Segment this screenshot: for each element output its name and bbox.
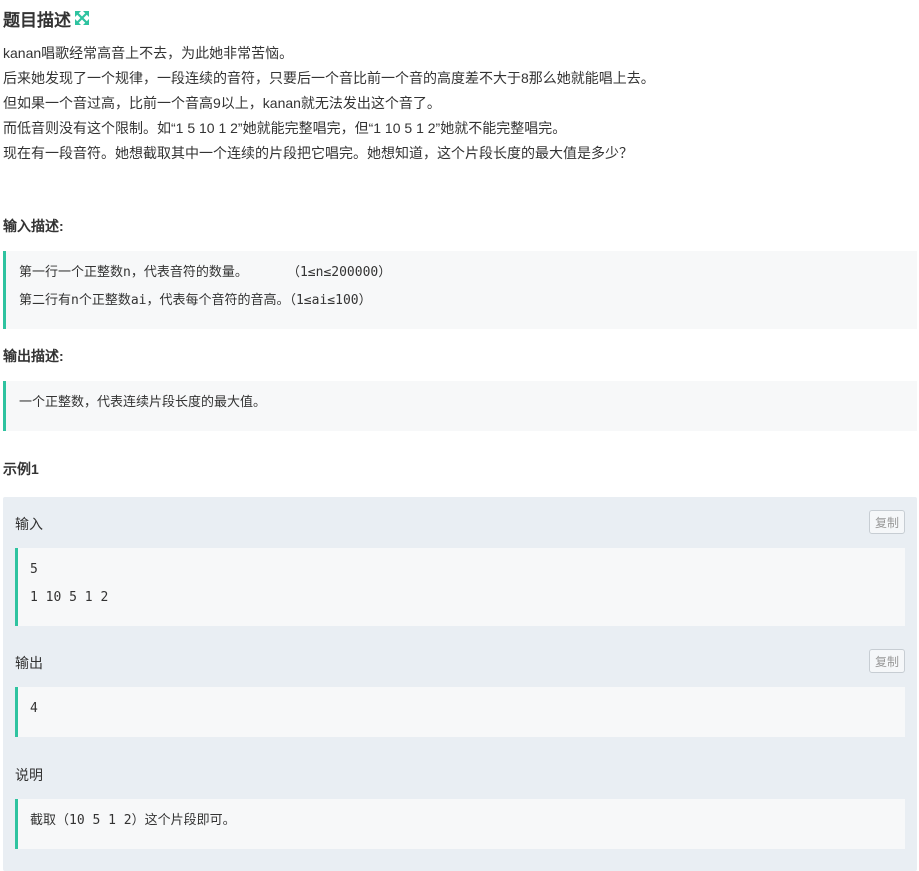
problem-title-row: 题目描述 <box>3 6 89 30</box>
output-desc-line: 一个正整数，代表连续片段长度的最大值。 <box>19 395 267 410</box>
page-title: 题目描述 <box>3 10 71 30</box>
example-explain-line: 截取（10 5 1 2）这个片段即可。 <box>30 813 236 828</box>
input-desc-label: 输入描述: <box>3 218 64 234</box>
output-desc-label: 输出描述: <box>3 348 64 364</box>
description-line: 但如果一个音过高，比前一个音高9以上，kanan就无法发出这个音了。 <box>3 95 441 111</box>
input-desc-line: 第二行有n个正整数ai，代表每个音符的音高。（1≤ai≤100） <box>19 293 372 308</box>
description-line: kanan唱歌经常高音上不去，为此她非常苦恼。 <box>3 45 294 61</box>
expand-arrows-icon[interactable] <box>75 11 89 25</box>
example-explain-box: 截取（10 5 1 2）这个片段即可。 <box>15 799 905 849</box>
description-line: 而低音则没有这个限制。如“1 5 10 1 2”她就能完整唱完，但“1 10 5… <box>3 120 567 136</box>
copy-output-button[interactable]: 复制 <box>869 649 905 673</box>
description-line: 现在有一段音符。她想截取其中一个连续的片段把它唱完。她想知道，这个片段长度的最大… <box>3 145 633 161</box>
example-input-label: 输入 <box>15 516 43 532</box>
example-block: 输入 复制 5 1 10 5 1 2 输出 复制 4 说明 截取（10 5 1 … <box>3 497 917 871</box>
problem-description: kanan唱歌经常高音上不去，为此她非常苦恼。 后来她发现了一个规律，一段连续的… <box>3 41 919 166</box>
example-title: 示例1 <box>3 461 39 477</box>
example-explain-label: 说明 <box>15 767 43 783</box>
description-line: 后来她发现了一个规律，一段连续的音符，只要后一个音比前一个音的高度差不大于8那么… <box>3 70 655 86</box>
example-input-line: 5 <box>30 562 38 577</box>
example-output-box: 4 <box>15 687 905 737</box>
example-output-label: 输出 <box>15 655 43 671</box>
example-output-line: 4 <box>30 701 38 716</box>
example-input-line: 1 10 5 1 2 <box>30 590 109 605</box>
input-desc-box: 第一行一个正整数n，代表音符的数量。 （1≤n≤200000） 第二行有n个正整… <box>3 251 917 329</box>
example-input-box: 5 1 10 5 1 2 <box>15 548 905 626</box>
copy-input-button[interactable]: 复制 <box>869 510 905 534</box>
output-desc-box: 一个正整数，代表连续片段长度的最大值。 <box>3 381 917 431</box>
input-desc-line: 第一行一个正整数n，代表音符的数量。 （1≤n≤200000） <box>19 265 392 280</box>
